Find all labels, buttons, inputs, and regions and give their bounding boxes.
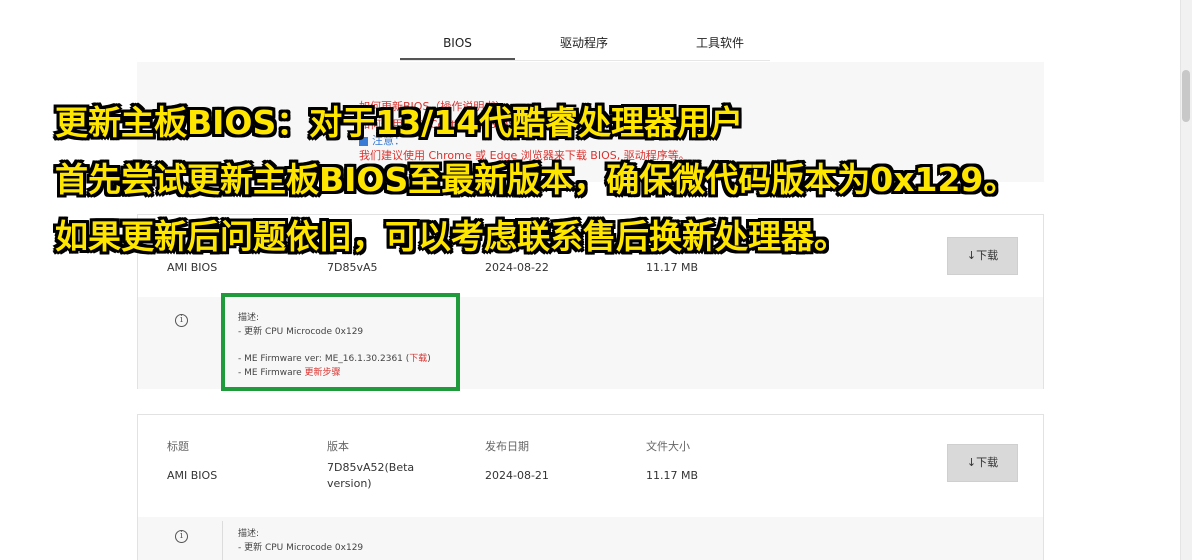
tab-divider	[400, 60, 770, 61]
info-icon[interactable]: i	[175, 314, 188, 327]
bios-date: 2024-08-21	[485, 469, 549, 482]
bios-date: 2024-08-22	[485, 261, 549, 274]
bios-version: 7D85vA5	[327, 261, 378, 274]
highlight-box	[221, 293, 460, 391]
header-date: 发布日期	[485, 440, 529, 453]
header-title: 标题	[167, 440, 189, 453]
bios-entry-card-beta: 标题 版本 发布日期 文件大小 AMI BIOS 7D85vA52(Beta v…	[137, 414, 1044, 560]
bios-tabs: BIOS 驱动程序 工具软件	[400, 26, 775, 60]
tab-drivers[interactable]: 驱动程序	[529, 26, 639, 60]
tab-utilities[interactable]: 工具软件	[665, 26, 775, 60]
bios-size: 11.17 MB	[646, 469, 699, 482]
bios-version-line1: 7D85vA52(Beta	[327, 461, 415, 474]
info-icon[interactable]: i	[175, 530, 188, 543]
description-microcode: - 更新 CPU Microcode 0x129	[238, 543, 364, 553]
overlay-caption-line2: 首先尝试更新主板BIOS至最新版本，确保微代码版本为0x129。	[55, 160, 1017, 199]
bios-title: AMI BIOS	[167, 261, 218, 274]
page-scrollbar[interactable]	[1180, 0, 1192, 560]
bios-title: AMI BIOS	[167, 469, 218, 482]
download-button[interactable]: ↓下载	[947, 237, 1018, 275]
header-version: 版本	[327, 440, 349, 453]
overlay-caption-line1: 更新主板BIOS：对于13/14代酷睿处理器用户	[55, 103, 744, 142]
bios-version-line2: version)	[327, 477, 372, 490]
download-button[interactable]: ↓下载	[947, 444, 1018, 482]
header-size: 文件大小	[646, 440, 690, 453]
divider	[222, 521, 223, 560]
tab-bios[interactable]: BIOS	[400, 26, 515, 60]
overlay-caption-line3: 如果更新后问题依旧，可以考虑联系售后换新处理器。	[55, 217, 847, 256]
description-area: i 描述: - 更新 CPU Microcode 0x129	[138, 517, 1043, 560]
description-heading: 描述:	[238, 529, 260, 539]
bios-size: 11.17 MB	[646, 261, 699, 274]
scrollbar-thumb[interactable]	[1182, 70, 1190, 122]
